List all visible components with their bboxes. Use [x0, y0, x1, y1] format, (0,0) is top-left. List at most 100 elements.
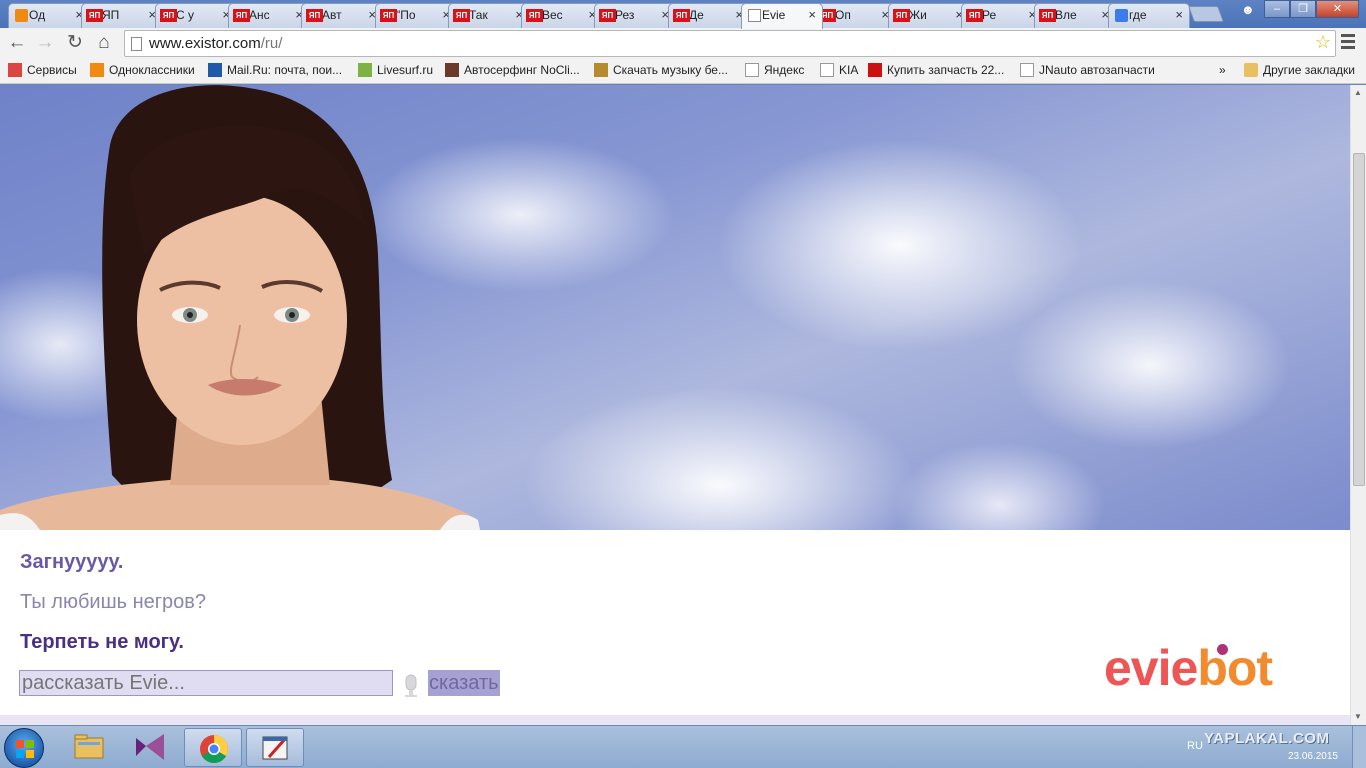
bookmark-label: Яндекс [764, 63, 805, 77]
microphone-icon[interactable] [403, 674, 419, 698]
yap-favicon-icon: ЯП [380, 9, 397, 22]
chrome-menu-icon[interactable] [1341, 34, 1355, 52]
language-indicator[interactable]: RU [1187, 740, 1203, 752]
paint-icon [262, 736, 288, 760]
autosurf-icon [445, 63, 459, 77]
show-desktop-button[interactable] [1352, 726, 1366, 768]
watermark-text: YAPLAKAL.COM [1204, 730, 1330, 747]
bookmark-label: Купить запчасть 22... [887, 63, 1005, 77]
taskbar-paint[interactable] [246, 728, 304, 767]
page-icon [820, 63, 834, 77]
zz-icon [868, 63, 882, 77]
browser-tab[interactable]: Evie × [741, 3, 823, 29]
bookmark-label: Одноклассники [109, 63, 195, 77]
scrollbar-thumb[interactable] [1353, 153, 1365, 486]
apps-icon [8, 63, 22, 77]
browser-tab[interactable]: ЯП ЯП × [81, 3, 163, 28]
tab-title: Ре [982, 8, 997, 22]
bookmark-item[interactable]: Mail.Ru: почта, пои... [208, 63, 342, 77]
tray-date[interactable]: 23.06.2015 [1288, 751, 1338, 762]
home-button[interactable]: ⌂ [92, 31, 116, 55]
chat-input[interactable] [19, 670, 393, 696]
browser-tab[interactable]: ЯП Ре × [961, 3, 1043, 28]
bookmark-item[interactable]: Яндекс [745, 63, 804, 77]
taskbar-explorer[interactable] [60, 728, 118, 767]
bookmark-item[interactable]: Одноклассники [90, 63, 195, 77]
bookmark-item[interactable]: Автосерфинг NoCli... [445, 63, 580, 77]
windows-taskbar: RU YAPLAKAL.COM 23.06.2015 [0, 725, 1366, 768]
browser-tab[interactable]: ЯП Рез × [594, 3, 676, 28]
restore-button[interactable]: ❐ [1290, 0, 1316, 18]
taskbar-visual-studio[interactable] [122, 728, 180, 767]
bookmark-item[interactable]: Скачать музыку бе... [594, 63, 728, 77]
logo-bot-text: bot [1197, 640, 1273, 696]
tab-title: Од [29, 8, 46, 22]
address-bar[interactable]: www.existor.com/ru/ ☆ [124, 30, 1336, 57]
yap-favicon-icon: ЯП [306, 9, 323, 22]
explorer-icon [74, 734, 104, 759]
yap-favicon-icon: ЯП [966, 9, 983, 22]
footer-band [0, 715, 1350, 725]
yap-favicon-icon: ЯП [599, 9, 616, 22]
bookmark-item[interactable]: Сервисы [8, 63, 77, 77]
chrome-icon [200, 735, 228, 763]
bookmark-star-icon[interactable]: ☆ [1315, 32, 1331, 53]
tab-title: Де [689, 8, 704, 22]
browser-tab[interactable]: ЯП Жи × [888, 3, 970, 28]
start-button[interactable] [4, 728, 44, 768]
close-tab-icon[interactable]: × [1175, 7, 1183, 22]
other-bookmarks-label: Другие закладки [1263, 63, 1355, 77]
new-tab-button[interactable] [1188, 6, 1224, 22]
yap-favicon-icon: ЯП [673, 9, 690, 22]
tab-title: Жи [909, 8, 927, 22]
browser-tab[interactable]: ЯП Вле × [1034, 3, 1116, 28]
close-tab-icon[interactable]: × [808, 7, 816, 22]
yap-favicon-icon: ЯП [893, 9, 910, 22]
reload-button[interactable]: ↻ [63, 31, 87, 55]
eviebot-logo: eviebot [1104, 639, 1273, 697]
user-profile-icon[interactable]: ☻ [1241, 2, 1255, 17]
bookmark-item[interactable]: JNauto автозапчасти [1020, 63, 1155, 77]
bookmarks-overflow-button[interactable]: » [1219, 63, 1226, 77]
browser-tab[interactable]: ЯП Авт × [301, 3, 383, 28]
browser-tab[interactable]: ЯП С у × [155, 3, 237, 28]
ok-favicon-icon [15, 9, 28, 22]
tab-title: ЯП [102, 8, 120, 22]
url-path: /ru/ [260, 35, 283, 52]
browser-tab[interactable]: ЯП Оп × [814, 3, 896, 28]
tab-title: Анс [249, 8, 270, 22]
visual-studio-icon [136, 734, 164, 760]
yap-favicon-icon: ЯП [233, 9, 250, 22]
browser-tab[interactable]: ЯП "По × [375, 3, 457, 28]
other-bookmarks-folder[interactable]: Другие закладки [1244, 63, 1355, 77]
browser-tab[interactable]: ЯП Так × [448, 3, 530, 28]
tab-title: Авт [322, 8, 342, 22]
forward-button[interactable]: → [33, 31, 57, 55]
logo-dot [1217, 644, 1228, 655]
ok-icon [90, 63, 104, 77]
scroll-down-arrow-icon[interactable]: ▼ [1354, 712, 1362, 721]
bookmark-label: KIA [839, 63, 859, 77]
back-button[interactable]: ← [5, 31, 29, 55]
minimize-button[interactable]: – [1264, 0, 1290, 18]
bot-previous-message: Загнууууу. [20, 551, 124, 573]
close-window-button[interactable]: ✕ [1316, 0, 1359, 18]
scroll-up-arrow-icon[interactable]: ▲ [1354, 88, 1362, 97]
taskbar-chrome[interactable] [184, 728, 242, 767]
browser-tab[interactable]: ЯП Вес × [521, 3, 603, 28]
browser-tab[interactable]: ЯП Анс × [228, 3, 310, 28]
tab-title: Так [469, 8, 488, 22]
browser-tab[interactable]: Од × [8, 3, 90, 28]
browser-tab[interactable]: где × [1108, 3, 1190, 28]
bookmark-item[interactable]: Купить запчасть 22... [868, 63, 1004, 77]
browser-tab[interactable]: ЯП Де × [668, 3, 750, 28]
page-scrollbar[interactable]: ▲ ▼ [1350, 85, 1366, 725]
bookmark-item[interactable]: Livesurf.ru [358, 63, 433, 77]
system-tray: RU YAPLAKAL.COM 23.06.2015 [1180, 726, 1366, 768]
bookmark-item[interactable]: KIA [820, 63, 858, 77]
tab-title: где [1129, 8, 1147, 22]
folder-icon [1244, 63, 1258, 77]
say-button[interactable]: сказать [428, 670, 500, 696]
tab-title: Вес [542, 8, 563, 22]
url-text: www.existor.com/ru/ [149, 35, 282, 52]
